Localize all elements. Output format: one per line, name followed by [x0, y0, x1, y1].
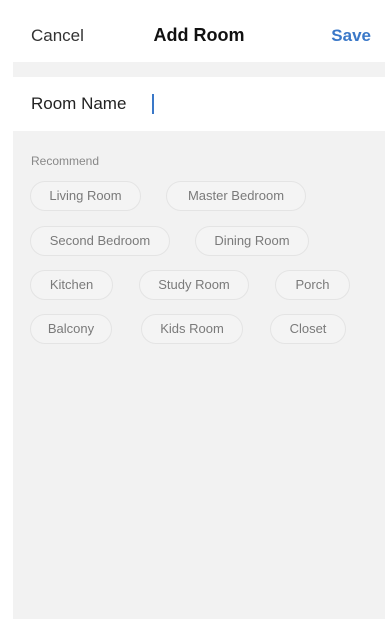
- chip-balcony[interactable]: Balcony: [30, 314, 112, 344]
- page-title: Add Room: [153, 25, 245, 45]
- recommend-label: Recommend: [31, 154, 100, 168]
- chip-kitchen[interactable]: Kitchen: [30, 270, 113, 300]
- add-room-screen: Cancel Add Room Save Room Name Recommend…: [13, 10, 385, 619]
- chip-kids-room[interactable]: Kids Room: [141, 314, 243, 344]
- room-name-input[interactable]: [149, 89, 369, 119]
- chip-living-room[interactable]: Living Room: [30, 181, 141, 211]
- chip-closet[interactable]: Closet: [270, 314, 346, 344]
- chip-master-bedroom[interactable]: Master Bedroom: [166, 181, 306, 211]
- chip-porch[interactable]: Porch: [275, 270, 350, 300]
- chip-dining-room[interactable]: Dining Room: [195, 226, 309, 256]
- room-name-row: Room Name: [13, 77, 385, 131]
- text-cursor: [152, 94, 154, 114]
- room-name-label: Room Name: [31, 94, 127, 113]
- chip-study-room[interactable]: Study Room: [139, 270, 249, 300]
- save-button[interactable]: Save: [331, 26, 371, 46]
- chip-second-bedroom[interactable]: Second Bedroom: [30, 226, 170, 256]
- navigation-bar: Cancel Add Room Save: [13, 10, 385, 62]
